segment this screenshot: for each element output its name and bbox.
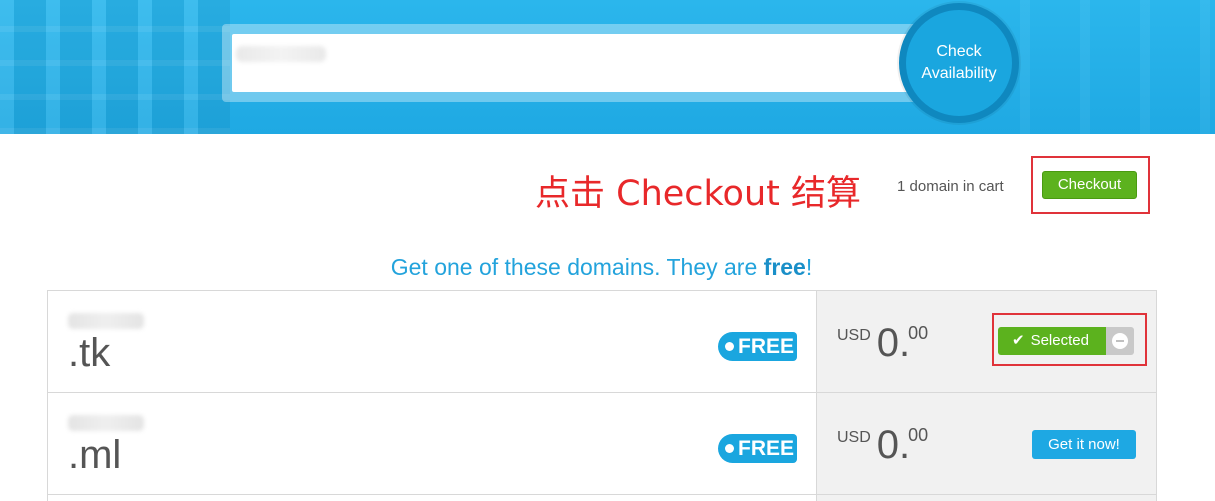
domain-tld: .tk (68, 331, 111, 375)
cart-count: 1 domain in cart (897, 178, 1004, 195)
dot-icon (725, 444, 734, 453)
domain-cell: .tk FREE (48, 291, 817, 392)
price: USD 0.00 (837, 321, 928, 366)
domain-row: .tk FREE USD 0.00 ✔ Selected (48, 291, 1156, 393)
get-it-now-button[interactable]: Get it now! (1032, 430, 1136, 459)
search-bar (222, 24, 922, 102)
domain-row-partial (48, 495, 1156, 501)
free-badge: FREE (718, 434, 797, 463)
price-cell (817, 495, 1156, 501)
price: USD 0.00 (837, 423, 928, 468)
free-badge-label: FREE (738, 437, 795, 460)
promo-bold: free (763, 254, 806, 280)
redacted-search-text (236, 46, 326, 62)
redacted-domain-name (68, 415, 144, 431)
dot-icon (725, 342, 734, 351)
check-availability-label-line2: Availability (921, 65, 997, 82)
header-banner: Check Availability (0, 0, 1215, 134)
check-availability-label-line1: Check (936, 43, 982, 60)
promo-text: Get one of these domains. They are (390, 254, 764, 280)
redacted-domain-name (68, 313, 144, 329)
domain-search-input[interactable] (232, 34, 912, 92)
domain-cell (48, 495, 817, 501)
free-badge-label: FREE (738, 335, 795, 358)
free-badge: FREE (718, 332, 797, 361)
check-availability-button[interactable]: Check Availability (899, 3, 1019, 123)
domain-cell: .ml FREE (48, 393, 817, 494)
domain-tld: .ml (68, 433, 122, 477)
price-currency: USD (837, 327, 871, 344)
promo-suffix: ! (805, 254, 813, 280)
selected-highlight-box (992, 313, 1147, 366)
price-amount: 0. (876, 321, 911, 365)
free-domains-heading: Get one of these domains. They are free! (0, 254, 1203, 281)
building-background (0, 0, 230, 134)
price-cell: USD 0.00 Get it now! (817, 393, 1156, 494)
domain-row: .ml FREE USD 0.00 Get it now! (48, 393, 1156, 495)
price-cents: 00 (908, 425, 929, 445)
building-background-right (1020, 0, 1215, 134)
domain-table: .tk FREE USD 0.00 ✔ Selected .ml FREE US… (47, 290, 1157, 501)
price-amount: 0. (876, 423, 911, 467)
checkout-annotation: 点击 Checkout 结算 (535, 174, 861, 214)
price-cents: 00 (908, 323, 929, 343)
price-currency: USD (837, 429, 871, 446)
checkout-button[interactable]: Checkout (1042, 171, 1137, 199)
